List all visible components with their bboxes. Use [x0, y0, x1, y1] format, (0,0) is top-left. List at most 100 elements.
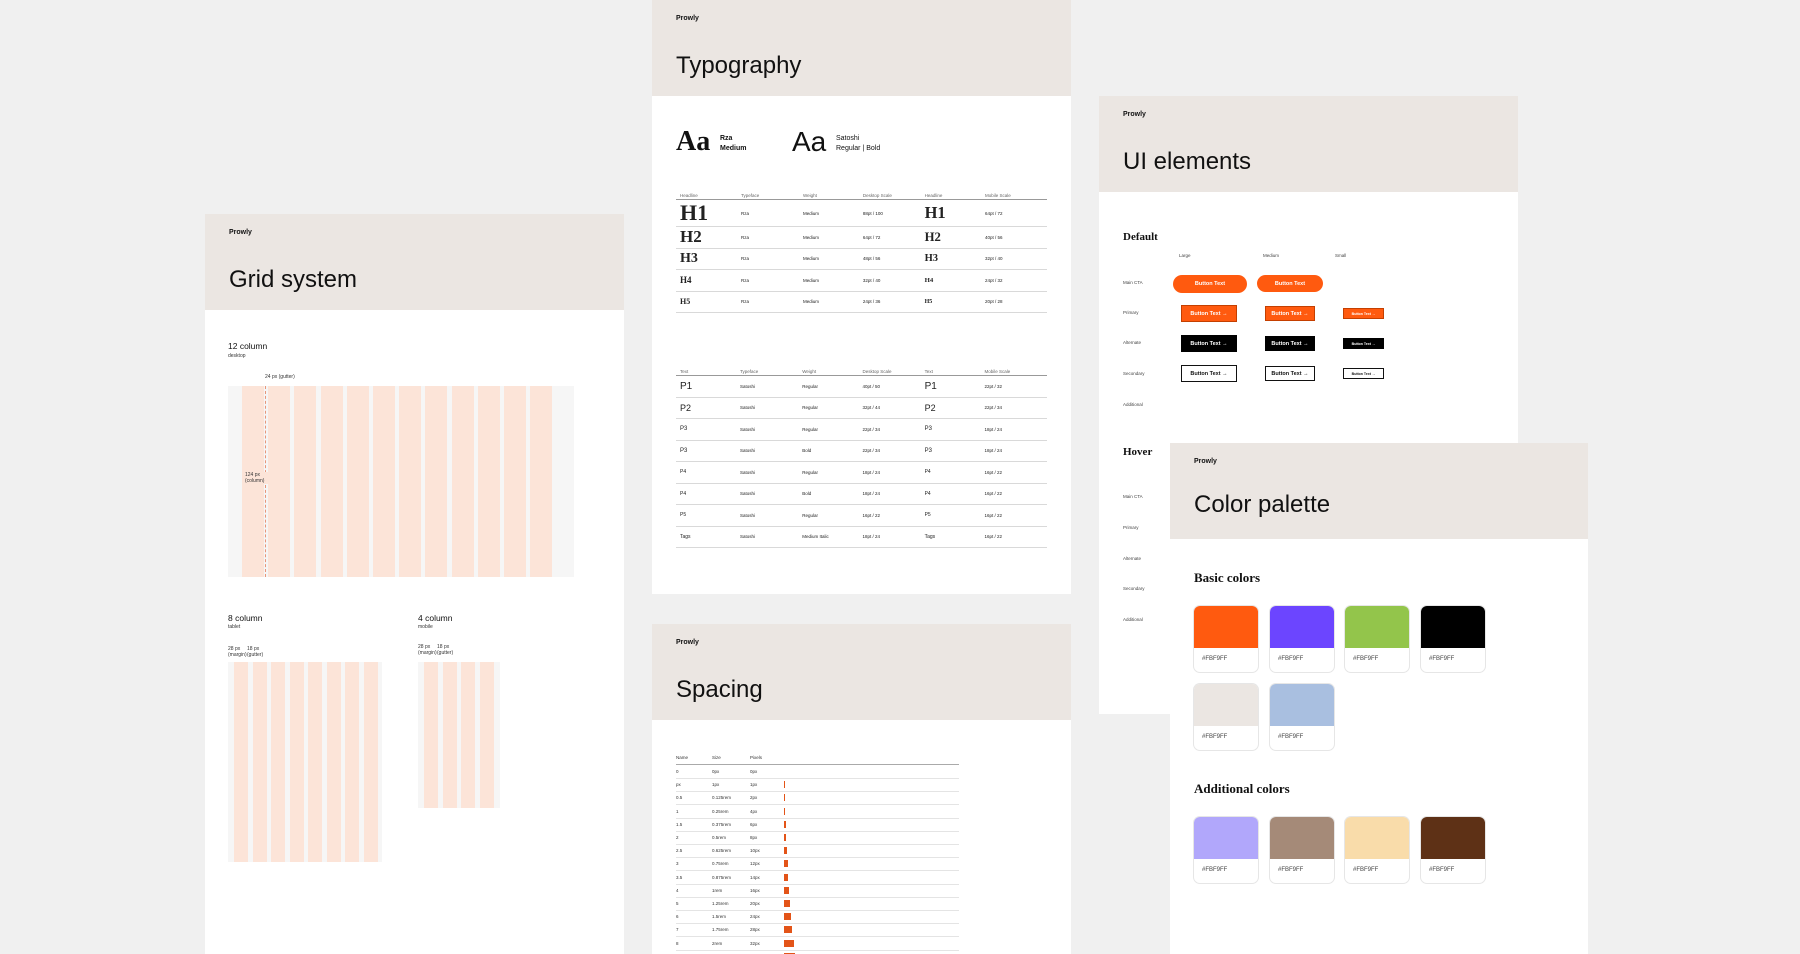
spacing-name: 5 [676, 901, 679, 906]
table-header-cell: Desktop Scale [858, 364, 921, 376]
color-swatch[interactable]: #FBF9FF [1421, 606, 1485, 672]
secondary-button[interactable]: Button Text → [1265, 366, 1315, 381]
color-swatch[interactable]: #FBF9FF [1421, 817, 1485, 883]
primary-button[interactable]: Button Text → [1265, 306, 1315, 321]
table-cell: P2 [920, 397, 981, 419]
color-swatch[interactable]: #FBF9FF [1194, 606, 1258, 672]
c8-subtitle: tablet [228, 624, 241, 630]
grid-system-header: Prowly Grid system [205, 214, 624, 310]
color-hex: #FBF9FF [1202, 656, 1228, 662]
color-swatch[interactable]: #FBF9FF [1194, 684, 1258, 750]
table-cell: 22pt / 32 [980, 375, 1047, 398]
table-row: P5 Satoshi Regular 16pt / 22 P5 16pt / 22 [676, 504, 1047, 527]
grid-column [345, 662, 359, 862]
color-swatch[interactable]: #FBF9FF [1270, 606, 1334, 672]
main-cta-button[interactable]: Button Text [1173, 275, 1247, 293]
spacing-size: 2rem [712, 940, 723, 946]
spacing-name: 2.5 [676, 848, 683, 854]
color-palette-card: Prowly Color palette Basic colors #FBF9F… [1170, 443, 1588, 954]
spacing-size: 0.375rem [712, 821, 732, 827]
table-cell: H2 [920, 226, 981, 249]
text-scale-table: Text Typeface Weight Desktop Scale Text Mobil… [676, 364, 1047, 548]
table-cell: P5 [676, 504, 736, 527]
spacing-pixels: 1px [750, 782, 758, 788]
table-header-row: Text Typeface Weight Desktop Scale Text Mobil… [676, 364, 1047, 376]
color-swatch[interactable]: #FBF9FF [1270, 684, 1334, 750]
spacing-row: 5 1.25rem 20px [676, 897, 959, 911]
table-cell: P1 [920, 375, 981, 398]
spacing-name: 2 [676, 835, 679, 840]
c4-gutter-label: 18 px (gutter) [437, 644, 454, 656]
secondary-button[interactable]: Button Text → [1181, 365, 1237, 382]
typography-card: Prowly Typography Aa Rza Medium Aa Satos… [652, 0, 1071, 594]
table-cell: Bold [798, 440, 859, 462]
spacing-name: 0 [676, 769, 679, 774]
table-cell: Satoshi [735, 461, 799, 484]
grid-column [294, 386, 317, 577]
ui-row-label: Alternate [1123, 556, 1142, 561]
table-header-cell: Desktop Scale [858, 188, 921, 200]
grid-column [373, 386, 395, 577]
table-cell: 24pt / 32 [980, 269, 1047, 292]
ui-row-label: Main CTA [1123, 280, 1143, 285]
color-hex: #FBF9FF [1429, 867, 1455, 873]
c8-margin-label: 28 px (margin) [228, 646, 247, 658]
table-cell: Rza [737, 226, 799, 249]
spacing-row: px 1px 1px [676, 778, 959, 793]
spacing-pixels: 6px [750, 821, 758, 827]
ui-row-label: Secondary [1123, 586, 1145, 591]
table-cell: 16pt / 22 [980, 483, 1047, 505]
spacing-row: 7 1.75rem 28px [676, 923, 959, 938]
spacing-name: px [676, 782, 681, 788]
table-row: P4 Satoshi Bold 18pt / 24 P4 16pt / 22 [676, 483, 1047, 505]
secondary-button[interactable]: Button Text → [1343, 368, 1384, 379]
hover-section-label: Hover [1123, 446, 1153, 458]
table-row: H5 Rza Medium 24pt / 36 H5 20pt / 28 [676, 291, 1047, 313]
grid-system-title: Grid system [229, 266, 358, 293]
grid-column [504, 386, 526, 577]
table-row: H4 Rza Medium 32pt / 40 H4 24pt / 32 [676, 269, 1047, 292]
grid-column [451, 386, 474, 577]
primary-button[interactable]: Button Text → [1181, 305, 1237, 322]
color-chip [1421, 817, 1485, 859]
table-cell: Regular [798, 461, 859, 484]
color-swatch[interactable]: #FBF9FF [1270, 817, 1334, 883]
color-swatch[interactable]: #FBF9FF [1194, 817, 1258, 883]
font1-sample: Aa [676, 126, 711, 157]
main-cta-button[interactable]: Button Text [1257, 275, 1323, 292]
color-swatch[interactable]: #FBF9FF [1345, 817, 1409, 883]
spacing-size: 0.5rem [712, 835, 727, 840]
spacing-size: 1px [712, 782, 720, 788]
alternate-button[interactable]: Button Text → [1343, 338, 1384, 349]
spacing-pixels: 2px [750, 795, 758, 801]
font1-name-text: Rza [720, 135, 733, 142]
alternate-button[interactable]: Button Text → [1181, 335, 1237, 352]
spacing-header-cell: Name [676, 755, 689, 760]
table-cell: 16pt / 22 [980, 526, 1047, 548]
grid-column [326, 662, 341, 862]
alternate-button[interactable]: Button Text → [1265, 336, 1315, 351]
spacing-row: 3.5 0.875rem 14px [676, 871, 959, 885]
spacing-bar [784, 913, 792, 921]
spacing-name: 0.5 [676, 795, 683, 801]
table-cell: Satoshi [735, 397, 799, 419]
color-chip [1194, 606, 1258, 648]
spacing-bar [784, 820, 786, 828]
spacing-row: 8 2rem 32px [676, 937, 959, 951]
table-cell: Medium [798, 291, 859, 313]
table-header-row: Headline Typeface Weight Desktop Scale Headl… [676, 188, 1047, 200]
table-cell: Regular [798, 418, 859, 441]
table-cell: 18pt / 24 [980, 418, 1047, 441]
color-swatch[interactable]: #FBF9FF [1345, 606, 1409, 672]
font1-name: Rza Medium [720, 134, 746, 154]
color-hex: #FBF9FF [1278, 656, 1304, 662]
grid-column [320, 386, 343, 577]
table-row: P4 Satoshi Regular 18pt / 24 P4 16pt / 22 [676, 461, 1047, 484]
c4-grid [418, 662, 500, 808]
table-cell: Tags [920, 526, 981, 548]
table-cell: 64pt / 72 [858, 226, 921, 249]
spacing-header-cell: Size [712, 755, 721, 760]
table-cell: P4 [920, 483, 981, 505]
table-cell: P3 [920, 440, 981, 462]
primary-button[interactable]: Button Text → [1343, 308, 1384, 319]
